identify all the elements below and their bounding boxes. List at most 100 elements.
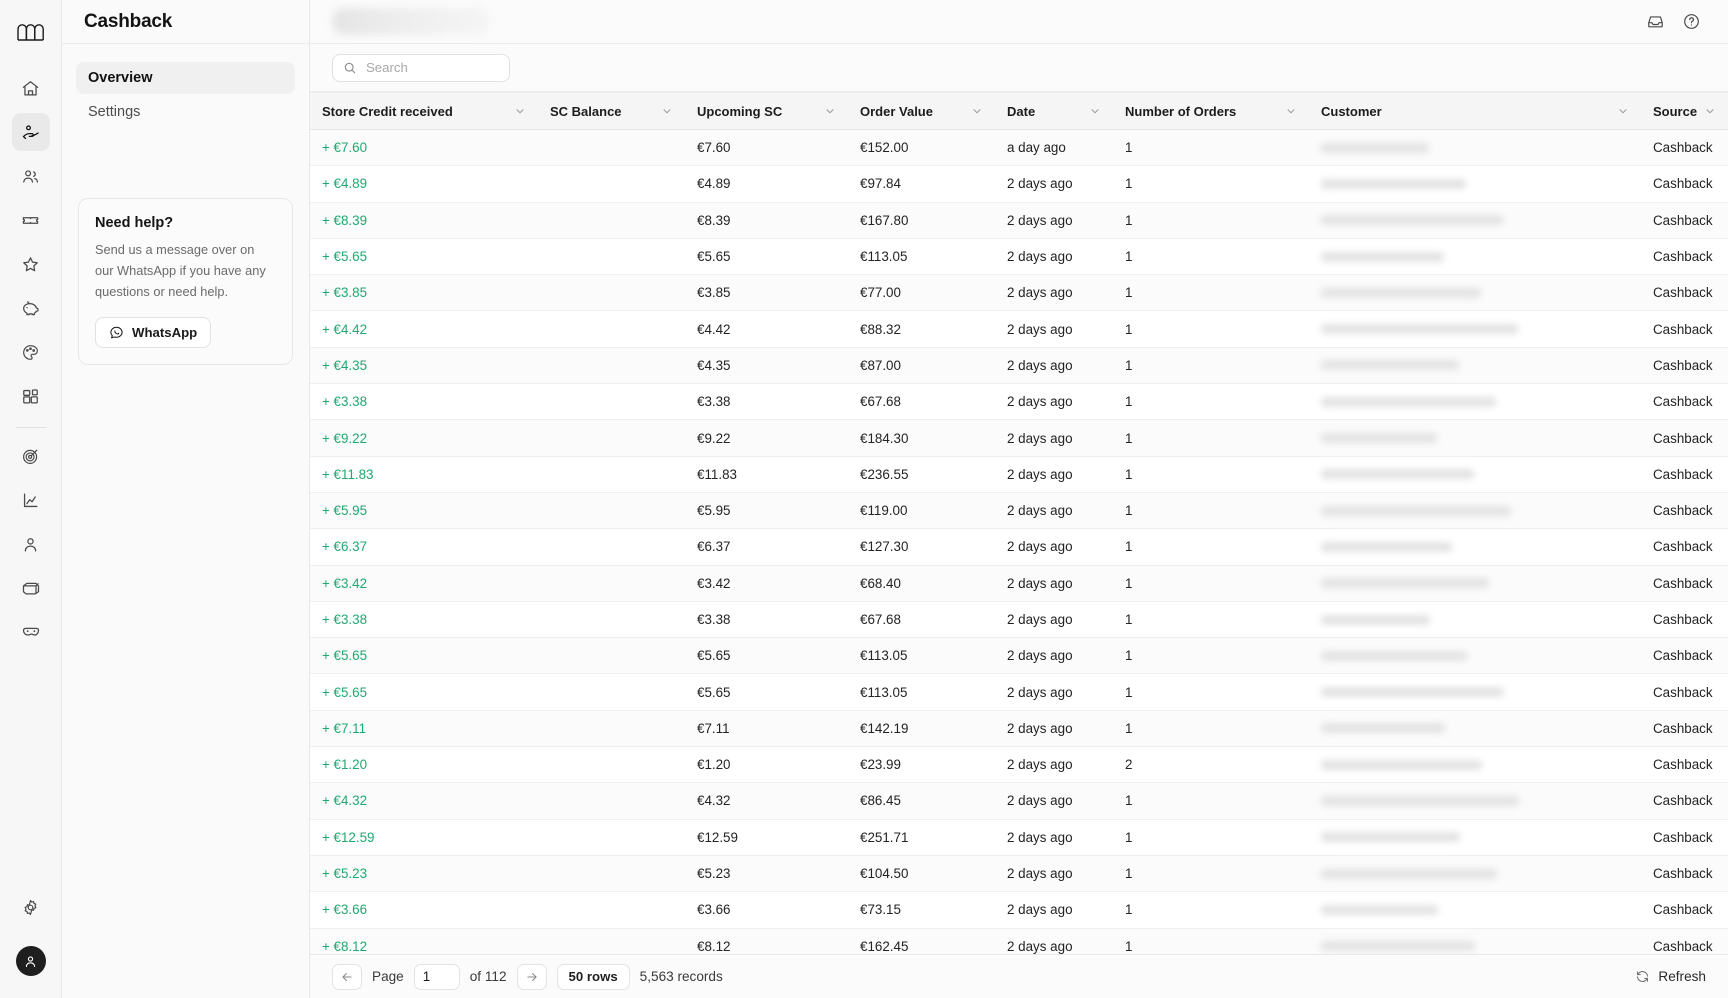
order-value-cell: €87.00 xyxy=(848,347,995,385)
sc-balance-cell xyxy=(538,274,685,312)
table-container[interactable]: Store Credit received SC Balance Upcomin… xyxy=(310,92,1728,954)
table-row[interactable]: + €4.42 €4.42 €88.32 2 days ago 1 Cashback xyxy=(310,310,1728,348)
column-label: Customer xyxy=(1321,103,1382,119)
help-circle-icon[interactable] xyxy=(1676,7,1706,37)
credit-cell: + €11.83 xyxy=(310,456,538,493)
column-header-order-value[interactable]: Order Value xyxy=(848,92,995,130)
table-row[interactable]: + €7.60 €7.60 €152.00 a day ago 1 Cashback xyxy=(310,129,1728,167)
sc-balance-cell xyxy=(538,928,685,954)
store-selector-redacted[interactable] xyxy=(332,8,490,35)
column-header-number-of-orders[interactable]: Number of Orders xyxy=(1113,92,1309,130)
palette-icon xyxy=(21,343,40,362)
chevron-down-icon[interactable] xyxy=(1704,105,1716,117)
next-page-button[interactable] xyxy=(516,963,547,990)
sidebar-item-campaigns[interactable] xyxy=(12,437,50,475)
table-row[interactable]: + €5.65 €5.65 €113.05 2 days ago 1 Cashback xyxy=(310,238,1728,276)
table-row[interactable]: + €11.83 €11.83 €236.55 2 days ago 1 Cashback xyxy=(310,456,1728,493)
sidebar-item-analytics[interactable] xyxy=(12,481,50,519)
table-row[interactable]: + €12.59 €12.59 €251.71 2 days ago 1 Cashback xyxy=(310,819,1728,856)
sidebar-item-overview[interactable]: Overview xyxy=(76,62,295,94)
target-icon xyxy=(21,447,40,466)
whatsapp-button[interactable]: WhatsApp xyxy=(95,316,212,348)
upcoming-sc-cell: €7.11 xyxy=(685,710,848,748)
chevron-down-icon[interactable] xyxy=(1285,105,1297,117)
table-row[interactable]: + €9.22 €9.22 €184.30 2 days ago 1 Cashback xyxy=(310,419,1728,457)
chevron-down-icon[interactable] xyxy=(824,105,836,117)
brand-logo-icon[interactable] xyxy=(9,10,53,54)
table-row[interactable]: + €1.20 €1.20 €23.99 2 days ago 2 Cashback xyxy=(310,746,1728,784)
column-header-store-credit[interactable]: Store Credit received xyxy=(310,92,538,130)
refresh-button[interactable]: Refresh xyxy=(1635,969,1706,984)
column-header-source[interactable]: Source xyxy=(1641,92,1728,130)
order-value-cell: €162.45 xyxy=(848,928,995,954)
chevron-down-icon[interactable] xyxy=(971,105,983,117)
table-row[interactable]: + €3.38 €3.38 €67.68 2 days ago 1 Cashback xyxy=(310,383,1728,421)
search-field[interactable] xyxy=(332,53,510,82)
table-row[interactable]: + €5.95 €5.95 €119.00 2 days ago 1 Cashback xyxy=(310,492,1728,530)
column-header-date[interactable]: Date xyxy=(995,92,1113,130)
table-row[interactable]: + €6.37 €6.37 €127.30 2 days ago 1 Cashback xyxy=(310,528,1728,566)
source-cell: Cashback xyxy=(1641,310,1728,348)
upcoming-sc-cell: €4.89 xyxy=(685,165,848,203)
person-icon xyxy=(21,535,40,554)
search-input[interactable] xyxy=(366,60,499,75)
page-number-input[interactable] xyxy=(413,963,460,990)
help-card: Need help? Send us a message over on our… xyxy=(78,198,293,365)
settings-button[interactable] xyxy=(12,888,50,926)
sidebar-item-savings[interactable] xyxy=(12,289,50,327)
inbox-icon[interactable] xyxy=(1640,7,1670,37)
table-row[interactable]: + €8.12 €8.12 €162.45 2 days ago 1 Cashback xyxy=(310,928,1728,954)
sidebar-item-reviews[interactable] xyxy=(12,245,50,283)
rows-per-page-button[interactable]: 50 rows xyxy=(556,963,630,990)
table-row[interactable]: + €4.32 €4.32 €86.45 2 days ago 1 Cashback xyxy=(310,782,1728,820)
orders-cell: 1 xyxy=(1113,310,1309,348)
source-cell: Cashback xyxy=(1641,891,1728,929)
sidebar-item-widgets[interactable] xyxy=(12,377,50,415)
sidebar-item-branding[interactable] xyxy=(12,333,50,371)
sidebar-item-products[interactable] xyxy=(12,569,50,607)
column-header-upcoming-sc[interactable]: Upcoming SC xyxy=(685,92,848,130)
sidebar-item-integrations[interactable] xyxy=(12,613,50,651)
upcoming-sc-cell: €4.32 xyxy=(685,782,848,820)
table-row[interactable]: + €8.39 €8.39 €167.80 2 days ago 1 Cashback xyxy=(310,202,1728,239)
sidebar-nav: Overview Settings xyxy=(62,44,309,130)
credit-cell: + €6.37 xyxy=(310,528,538,566)
table-row[interactable]: + €5.23 €5.23 €104.50 2 days ago 1 Cashback xyxy=(310,855,1728,893)
date-cell: 2 days ago xyxy=(995,601,1113,639)
table-row[interactable]: + €7.11 €7.11 €142.19 2 days ago 1 Cashback xyxy=(310,710,1728,748)
column-header-customer[interactable]: Customer xyxy=(1309,92,1641,130)
sidebar-item-coupons[interactable] xyxy=(12,201,50,239)
table-row[interactable]: + €5.65 €5.65 €113.05 2 days ago 1 Cashback xyxy=(310,637,1728,675)
table-row[interactable]: + €5.65 €5.65 €113.05 2 days ago 1 Cashback xyxy=(310,673,1728,711)
sidebar-item-home[interactable] xyxy=(12,69,50,107)
sc-balance-cell xyxy=(538,383,685,421)
user-avatar-icon[interactable] xyxy=(15,946,46,976)
column-header-sc-balance[interactable]: SC Balance xyxy=(538,92,685,130)
table-row[interactable]: + €3.38 €3.38 €67.68 2 days ago 1 Cashback xyxy=(310,601,1728,639)
table-row[interactable]: + €3.85 €3.85 €77.00 2 days ago 1 Cashback xyxy=(310,274,1728,312)
column-label: Number of Orders xyxy=(1125,103,1237,119)
date-cell: 2 days ago xyxy=(995,202,1113,239)
customer-cell xyxy=(1309,782,1641,820)
sidebar-item-cashback[interactable] xyxy=(11,113,50,151)
orders-cell: 1 xyxy=(1113,855,1309,893)
customer-cell xyxy=(1309,565,1641,602)
upcoming-sc-cell: €5.65 xyxy=(685,238,848,276)
table-row[interactable]: + €3.66 €3.66 €73.15 2 days ago 1 Cashback xyxy=(310,891,1728,929)
table-row[interactable]: + €4.89 €4.89 €97.84 2 days ago 1 Cashback xyxy=(310,165,1728,203)
source-cell: Cashback xyxy=(1641,710,1728,748)
table-row[interactable]: + €4.35 €4.35 €87.00 2 days ago 1 Cashback xyxy=(310,347,1728,385)
table-row[interactable]: + €3.42 €3.42 €68.40 2 days ago 1 Cashback xyxy=(310,565,1728,602)
table-body: + €7.60 €7.60 €152.00 a day ago 1 Cashback + €… xyxy=(310,129,1728,954)
customer-name-redacted xyxy=(1321,324,1518,335)
sidebar-item-settings[interactable]: Settings xyxy=(76,96,295,128)
sidebar-item-segments[interactable] xyxy=(12,525,50,563)
sidebar-item-customers[interactable] xyxy=(12,157,50,195)
previous-page-button[interactable] xyxy=(332,963,362,990)
chevron-down-icon[interactable] xyxy=(661,105,673,117)
chevron-down-icon[interactable] xyxy=(1089,105,1101,117)
customer-name-redacted xyxy=(1321,578,1489,589)
customer-name-redacted xyxy=(1321,251,1444,262)
chevron-down-icon[interactable] xyxy=(1617,105,1629,117)
chevron-down-icon[interactable] xyxy=(514,105,526,117)
